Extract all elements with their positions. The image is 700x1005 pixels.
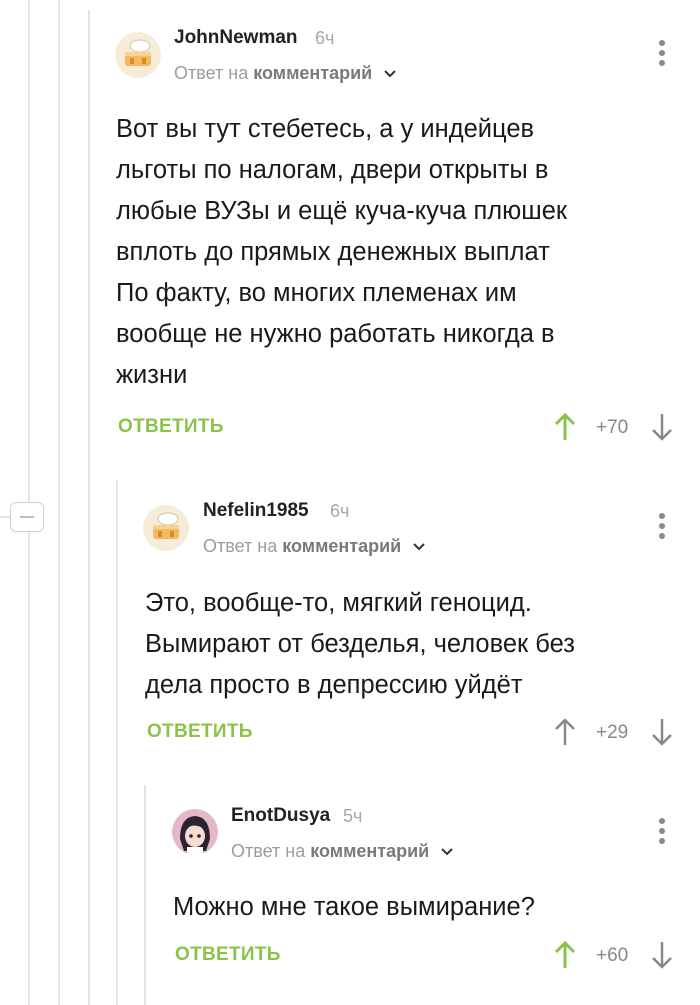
comment-3: EnotDusya 5ч Ответ на комментарий Можно …: [0, 0, 700, 1005]
downvote-icon[interactable]: [650, 940, 674, 970]
comment-text: Можно мне такое вымирание?: [173, 887, 673, 928]
reply-to-target[interactable]: комментарий: [310, 841, 429, 861]
reply-to-prefix: Ответ на: [231, 841, 306, 861]
comment-time: 5ч: [343, 806, 363, 826]
upvote-icon[interactable]: [553, 940, 577, 970]
comment-rating: +60: [596, 945, 629, 966]
chevron-down-icon[interactable]: [440, 847, 454, 857]
comment-text-line: Можно мне такое вымирание?: [173, 893, 535, 921]
reply-to-link[interactable]: Ответ на комментарий: [231, 841, 454, 862]
comment-author[interactable]: EnotDusya: [231, 805, 330, 827]
anime-girl-avatar-icon[interactable]: [172, 809, 218, 855]
more-menu-icon[interactable]: [657, 818, 667, 848]
reply-button[interactable]: ОТВЕТИТЬ: [175, 944, 281, 966]
